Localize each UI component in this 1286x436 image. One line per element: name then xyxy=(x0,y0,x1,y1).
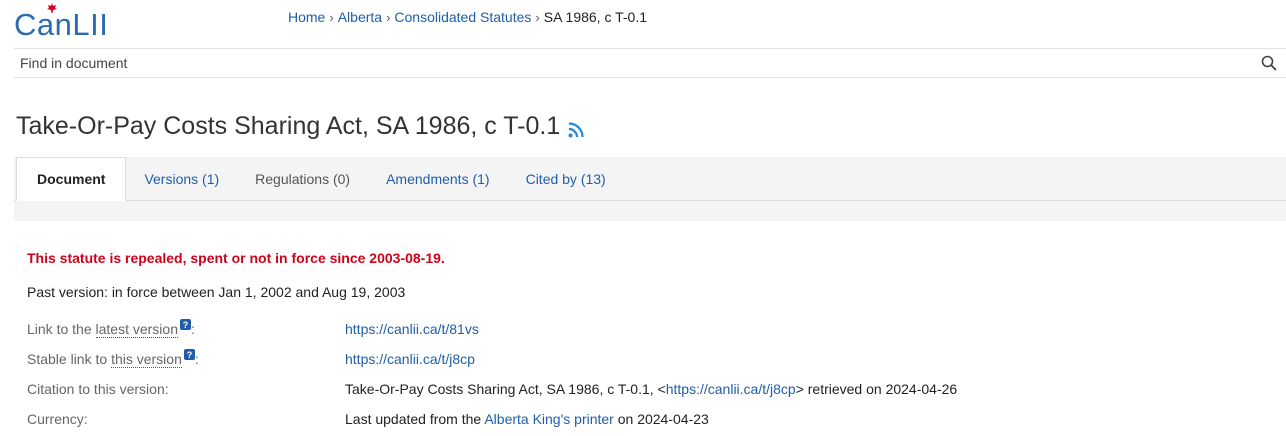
latest-version-label: Link to the latest version?: xyxy=(27,319,345,338)
colon: : xyxy=(194,351,199,367)
colon: : xyxy=(190,321,195,337)
breadcrumb-separator: › xyxy=(386,9,391,25)
help-icon[interactable]: ? xyxy=(183,349,195,360)
search-button[interactable] xyxy=(1252,49,1286,77)
tab-regulations[interactable]: Regulations (0) xyxy=(237,157,368,201)
maple-leaf-icon xyxy=(47,3,57,13)
tab-amendments[interactable]: Amendments (1) xyxy=(368,157,507,201)
svg-text:?: ? xyxy=(187,350,193,360)
svg-text:?: ? xyxy=(183,320,189,330)
search-bar xyxy=(14,48,1286,78)
document-info-table: Link to the latest version?: https://can… xyxy=(27,314,1277,434)
logo-text: CanLII xyxy=(14,7,109,42)
currency-text: Last updated from the xyxy=(345,411,485,427)
breadcrumb-consolidated-statutes[interactable]: Consolidated Statutes xyxy=(394,9,531,25)
breadcrumb-separator: › xyxy=(535,9,540,25)
stable-version-link[interactable]: https://canlii.ca/t/j8cp xyxy=(345,351,475,367)
citation-text: Take-Or-Pay Costs Sharing Act, SA 1986, … xyxy=(345,381,666,397)
search-icon xyxy=(1261,55,1277,71)
help-icon[interactable]: ? xyxy=(179,319,191,330)
breadcrumb-current: SA 1986, c T-0.1 xyxy=(543,9,647,25)
stable-link-label: Stable link to this version?: xyxy=(27,349,345,368)
canlii-logo[interactable]: CanLII xyxy=(14,3,109,42)
find-in-document-input[interactable] xyxy=(14,55,1252,71)
tabs-container: Document Versions (1) Regulations (0) Am… xyxy=(14,157,1286,221)
tab-document[interactable]: Document xyxy=(16,157,127,201)
currency-row: Currency: Last updated from the Alberta … xyxy=(27,404,1277,434)
rss-feed-icon[interactable] xyxy=(568,121,584,138)
citation-link[interactable]: https://canlii.ca/t/j8cp xyxy=(666,381,796,397)
citation-row: Citation to this version: Take-Or-Pay Co… xyxy=(27,374,1277,404)
breadcrumb-home[interactable]: Home xyxy=(288,9,325,25)
stable-link-label-prefix: Stable link to xyxy=(27,351,112,367)
latest-version-row: Link to the latest version?: https://can… xyxy=(27,314,1277,344)
latest-version-label-prefix: Link to the xyxy=(27,321,96,337)
tab-bar: Document Versions (1) Regulations (0) Am… xyxy=(14,157,1286,201)
past-version-note: Past version: in force between Jan 1, 20… xyxy=(27,284,406,300)
currency-value: Last updated from the Alberta King's pri… xyxy=(345,411,709,427)
breadcrumb: Home › Alberta › Consolidated Statutes ›… xyxy=(288,9,647,25)
stable-link-term[interactable]: this version xyxy=(111,351,182,368)
currency-date: on 2024-04-23 xyxy=(613,411,709,427)
title-row: Take-Or-Pay Costs Sharing Act, SA 1986, … xyxy=(16,112,584,141)
citation-label: Citation to this version: xyxy=(27,381,169,397)
page-title: Take-Or-Pay Costs Sharing Act, SA 1986, … xyxy=(16,112,561,140)
breadcrumb-separator: › xyxy=(329,9,334,25)
repeal-warning: This statute is repealed, spent or not i… xyxy=(27,250,445,266)
kings-printer-link[interactable]: Alberta King's printer xyxy=(484,411,614,427)
citation-retrieved: > retrieved on 2024-04-26 xyxy=(795,381,958,397)
stable-link-row: Stable link to this version?: https://ca… xyxy=(27,344,1277,374)
latest-version-link[interactable]: https://canlii.ca/t/81vs xyxy=(345,321,479,337)
breadcrumb-alberta[interactable]: Alberta xyxy=(338,9,382,25)
latest-version-term[interactable]: latest version xyxy=(95,321,178,338)
citation-value: Take-Or-Pay Costs Sharing Act, SA 1986, … xyxy=(345,381,957,397)
tab-cited-by[interactable]: Cited by (13) xyxy=(508,157,624,201)
tab-versions[interactable]: Versions (1) xyxy=(126,157,237,201)
currency-label: Currency: xyxy=(27,411,88,427)
